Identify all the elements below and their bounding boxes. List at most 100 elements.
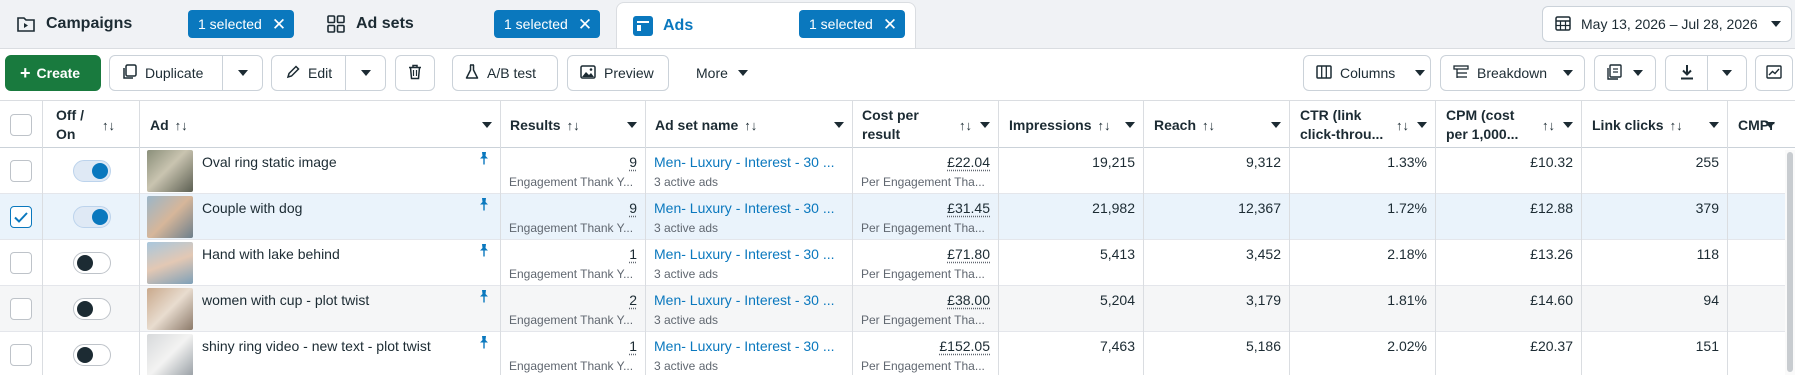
more-button[interactable]: More [696, 55, 756, 91]
column-header-results[interactable]: Results ↑↓ [501, 101, 646, 149]
export-button[interactable] [1665, 55, 1708, 91]
sort-icon[interactable]: ↑↓ [567, 118, 580, 133]
ad-thumbnail[interactable] [147, 150, 193, 192]
ad-set-link[interactable]: Men- Luxury - Interest - 30 ... [654, 200, 835, 216]
sort-icon[interactable]: ↑↓ [175, 118, 188, 133]
ad-thumbnail[interactable] [147, 196, 193, 238]
select-all-checkbox[interactable] [10, 114, 32, 136]
close-icon[interactable]: ✕ [272, 16, 286, 33]
ad-thumbnail[interactable] [147, 288, 193, 330]
ab-test-button[interactable]: A/B test [452, 55, 558, 91]
ad-name-link[interactable]: Couple with dog [202, 200, 302, 216]
column-header-cmpr[interactable]: CMPr [1728, 101, 1795, 149]
chevron-down-icon[interactable] [1765, 122, 1775, 128]
chevron-down-icon[interactable] [980, 122, 990, 128]
sort-icon[interactable]: ↑↓ [1202, 118, 1215, 133]
ad-set-cell: Men- Luxury - Interest - 30 ... 3 active … [646, 286, 853, 332]
reports-button[interactable] [1594, 55, 1656, 91]
chevron-down-icon[interactable] [1709, 122, 1719, 128]
column-header-ad-set-name[interactable]: Ad set name ↑↓ [646, 101, 853, 149]
column-header-impressions[interactable]: Impressions ↑↓ [999, 101, 1144, 149]
export-dropdown-button[interactable] [1707, 55, 1747, 91]
ad-thumbnail[interactable] [147, 334, 193, 375]
sort-icon[interactable]: ↑↓ [959, 118, 972, 133]
column-header-link-clicks[interactable]: Link clicks ↑↓ [1582, 101, 1728, 149]
pin-icon[interactable] [478, 198, 490, 214]
close-icon[interactable]: ✕ [883, 16, 897, 33]
row-checkbox[interactable] [10, 344, 32, 366]
column-header-ad[interactable]: Ad ↑↓ [140, 101, 501, 149]
table-row[interactable]: Oval ring static image 9 Engagement Thank … [0, 148, 1795, 194]
row-checkbox[interactable] [10, 160, 32, 182]
delivery-toggle[interactable] [73, 252, 111, 274]
chevron-down-icon[interactable] [1271, 122, 1281, 128]
column-header-cpm[interactable]: CPM (cost per 1,000... ↑↓ [1436, 101, 1582, 149]
ad-name-link[interactable]: Hand with lake behind [202, 246, 340, 262]
tab-campaigns[interactable]: Campaigns 1 selected ✕ [0, 4, 306, 44]
ad-name-link[interactable]: Oval ring static image [202, 154, 337, 170]
table-row[interactable]: women with cup - plot twist 2 Engagement T… [0, 286, 1795, 332]
delivery-toggle[interactable] [73, 206, 111, 228]
close-icon[interactable]: ✕ [578, 16, 592, 33]
column-header-off-on[interactable]: Off / On ↑↓ [43, 101, 140, 149]
ad-name-link[interactable]: women with cup - plot twist [202, 292, 369, 308]
chevron-down-icon[interactable] [1563, 122, 1573, 128]
chevron-down-icon[interactable] [627, 122, 637, 128]
tab-ads[interactable]: Ads 1 selected ✕ [616, 2, 916, 48]
preview-button[interactable]: Preview [567, 55, 669, 91]
ad-set-link[interactable]: Men- Luxury - Interest - 30 ... [654, 154, 835, 170]
sort-icon[interactable]: ↑↓ [1097, 118, 1110, 133]
edit-button[interactable]: Edit [271, 55, 346, 91]
charts-button[interactable] [1755, 55, 1793, 91]
sort-icon[interactable]: ↑↓ [1542, 118, 1555, 133]
ad-set-link[interactable]: Men- Luxury - Interest - 30 ... [654, 338, 835, 354]
column-header-ctr[interactable]: CTR (link click-throu... ↑↓ [1290, 101, 1436, 149]
delete-button[interactable] [395, 55, 435, 91]
scrollbar-thumb[interactable] [1787, 152, 1793, 372]
date-range-picker[interactable]: May 13, 2026 – Jul 28, 2026 [1542, 6, 1792, 42]
column-header-reach[interactable]: Reach ↑↓ [1144, 101, 1290, 149]
row-checkbox[interactable] [10, 298, 32, 320]
ads-selected-pill[interactable]: 1 selected ✕ [799, 10, 905, 38]
create-button[interactable]: + Create [5, 55, 101, 91]
table-row[interactable]: Couple with dog 9 Engagement Thank Y... Men… [0, 194, 1795, 240]
delivery-toggle[interactable] [73, 344, 111, 366]
sort-icon[interactable]: ↑↓ [744, 118, 757, 133]
ad-sets-selected-pill[interactable]: 1 selected ✕ [494, 10, 600, 38]
table-row[interactable]: Hand with lake behind 1 Engagement Thank Y… [0, 240, 1795, 286]
reach-value: 3,179 [1246, 292, 1281, 308]
delivery-toggle[interactable] [73, 160, 111, 182]
cost-per-result-type: Per Engagement Tha... [861, 221, 991, 235]
pin-icon[interactable] [478, 244, 490, 260]
tab-ad-sets[interactable]: Ad sets 1 selected ✕ [310, 4, 612, 44]
chevron-down-icon[interactable] [1417, 122, 1427, 128]
chevron-down-icon[interactable] [834, 122, 844, 128]
sort-icon[interactable]: ↑↓ [1670, 118, 1683, 133]
sort-icon[interactable]: ↑↓ [102, 118, 115, 133]
table-row[interactable]: shiny ring video - new text - plot twist… [0, 332, 1795, 375]
chevron-down-icon[interactable] [482, 122, 492, 128]
ad-set-link[interactable]: Men- Luxury - Interest - 30 ... [654, 292, 835, 308]
pin-icon[interactable] [478, 290, 490, 306]
ad-name-link[interactable]: shiny ring video - new text - plot twist [202, 338, 431, 354]
sort-icon[interactable]: ↑↓ [1396, 118, 1409, 133]
row-checkbox[interactable] [10, 252, 32, 274]
results-cell: 1 Engagement Thank Y... [501, 240, 646, 286]
columns-button[interactable]: Columns [1303, 55, 1431, 91]
ad-thumbnail[interactable] [147, 242, 193, 284]
pin-icon[interactable] [478, 152, 490, 168]
duplicate-button[interactable]: Duplicate [109, 55, 223, 91]
pin-icon[interactable] [478, 336, 490, 352]
edit-dropdown-button[interactable] [345, 55, 386, 91]
duplicate-dropdown-button[interactable] [222, 55, 263, 91]
vertical-scrollbar[interactable] [1785, 150, 1795, 375]
row-checkbox[interactable] [10, 206, 32, 228]
delivery-toggle[interactable] [73, 298, 111, 320]
ad-set-link[interactable]: Men- Luxury - Interest - 30 ... [654, 246, 835, 262]
column-header-cost-per-result[interactable]: Cost per result ↑↓ [853, 101, 999, 149]
campaigns-selected-pill[interactable]: 1 selected ✕ [188, 10, 294, 38]
ads-selected-label: 1 selected [809, 16, 873, 32]
breakdown-button[interactable]: Breakdown [1440, 55, 1585, 91]
chevron-down-icon[interactable] [1125, 122, 1135, 128]
cpm-cell: £14.60 [1436, 286, 1582, 332]
